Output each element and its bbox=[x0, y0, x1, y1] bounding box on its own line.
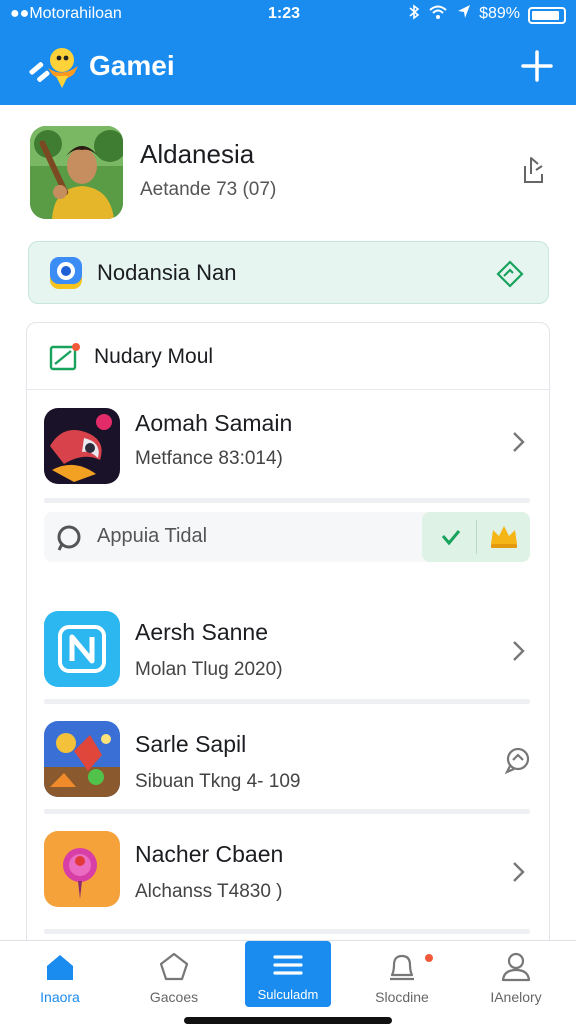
battery-percent: 89% bbox=[487, 5, 520, 22]
list-item[interactable]: Sarle Sapil Sibuan Tkng 4- 109 bbox=[27, 705, 549, 815]
app-badge-icon bbox=[50, 257, 82, 289]
tab-label: Inaora bbox=[40, 989, 80, 1005]
bottom-nav: Inaora Gacoes Sulculadm Slocdine IAnelor… bbox=[0, 940, 576, 1024]
game-thumbnail bbox=[44, 831, 120, 907]
carrier-label: ●●Motorahiloan bbox=[10, 5, 122, 22]
item-subtitle: Metfance 83:014) bbox=[135, 448, 283, 469]
bell-icon bbox=[390, 954, 414, 981]
pentagon-icon bbox=[159, 952, 189, 981]
item-title: Sarle Sapil bbox=[135, 731, 247, 757]
filter-actions bbox=[422, 512, 530, 562]
game-thumbnail bbox=[44, 611, 120, 687]
tab-label: Sulculadm bbox=[257, 987, 319, 1002]
divider bbox=[44, 498, 530, 503]
share-icon[interactable] bbox=[516, 152, 550, 186]
item-title: Aersh Sanne bbox=[135, 619, 268, 645]
battery-icon bbox=[528, 7, 566, 24]
item-title: Nacher Cbaen bbox=[135, 841, 284, 867]
chevron-right-icon bbox=[513, 432, 525, 452]
check-icon[interactable] bbox=[438, 525, 464, 549]
pill-divider bbox=[476, 520, 477, 554]
person-icon bbox=[501, 952, 531, 982]
bluetooth-icon bbox=[409, 4, 420, 20]
card-title: Nudary Moul bbox=[94, 345, 214, 368]
profile-name: Aldanesia bbox=[140, 139, 255, 169]
app-header: Gamei bbox=[0, 30, 576, 105]
crown-icon[interactable] bbox=[488, 522, 520, 550]
item-subtitle: Molan Tlug 2020) bbox=[135, 659, 283, 680]
profile-header[interactable]: Aldanesia Aetande 73 (07) bbox=[30, 126, 550, 222]
chart-edit-icon bbox=[49, 343, 80, 371]
banner-text: Nodansia Nan bbox=[97, 260, 237, 285]
filter-row[interactable]: Appuia Tidal bbox=[44, 512, 530, 562]
location-icon bbox=[457, 5, 470, 18]
main-content: Aldanesia Aetande 73 (07) Nodansia Nan N… bbox=[0, 105, 576, 962]
tab-home[interactable]: Inaora bbox=[10, 941, 110, 1024]
item-title: Aomah Samain bbox=[135, 410, 293, 436]
home-icon bbox=[47, 955, 73, 980]
chat-refresh-icon[interactable] bbox=[503, 745, 533, 775]
tab-games[interactable]: Gacoes bbox=[124, 941, 224, 1024]
status-icons: $ bbox=[408, 4, 492, 23]
tab-menu[interactable]: Sulculadm bbox=[245, 941, 331, 1007]
notification-badge bbox=[424, 953, 434, 963]
filter-label: Appuia Tidal bbox=[97, 525, 208, 547]
item-subtitle: Alchanss T4830 ) bbox=[135, 881, 283, 902]
add-button[interactable] bbox=[520, 44, 554, 88]
menu-icon bbox=[273, 955, 303, 975]
status-bar: ●●Motorahiloan 1:23 $ 89% bbox=[0, 0, 576, 30]
chat-search-icon bbox=[57, 525, 81, 551]
list-item[interactable]: Nacher Cbaen Alchanss T4830 ) bbox=[27, 815, 549, 935]
wifi-icon bbox=[429, 5, 447, 19]
app-title: Gamei bbox=[89, 50, 175, 81]
item-subtitle: Sibuan Tkng 4- 109 bbox=[135, 771, 301, 792]
tab-label: Slocdine bbox=[375, 989, 429, 1005]
divider bbox=[44, 809, 530, 814]
home-indicator bbox=[184, 1017, 392, 1024]
tab-account[interactable]: IAnelory bbox=[466, 941, 566, 1024]
tab-label: Gacoes bbox=[149, 989, 199, 1005]
profile-subtitle: Aetande 73 (07) bbox=[140, 179, 277, 200]
list-item[interactable]: Aersh Sanne Molan Tlug 2020) bbox=[27, 593, 549, 705]
avatar bbox=[30, 126, 123, 219]
divider bbox=[44, 929, 530, 934]
game-thumbnail bbox=[44, 408, 120, 484]
plus-icon bbox=[521, 50, 553, 82]
navigate-icon[interactable] bbox=[496, 260, 524, 288]
tab-notifications[interactable]: Slocdine bbox=[352, 941, 452, 1024]
clock: 1:23 bbox=[268, 5, 301, 22]
game-thumbnail bbox=[44, 721, 120, 797]
card-header: Nudary Moul bbox=[27, 323, 549, 390]
divider bbox=[44, 699, 530, 704]
promo-banner[interactable]: Nodansia Nan bbox=[28, 241, 549, 304]
chevron-right-icon bbox=[513, 641, 525, 661]
list-item[interactable]: Aomah Samain Metfance 83:014) bbox=[27, 390, 549, 512]
game-list-card: Nudary Moul Aomah Samain Metfance 83:014… bbox=[26, 322, 550, 962]
chevron-right-icon bbox=[513, 862, 525, 882]
tab-label: IAnelory bbox=[490, 989, 542, 1005]
app-logo-icon bbox=[29, 48, 78, 88]
